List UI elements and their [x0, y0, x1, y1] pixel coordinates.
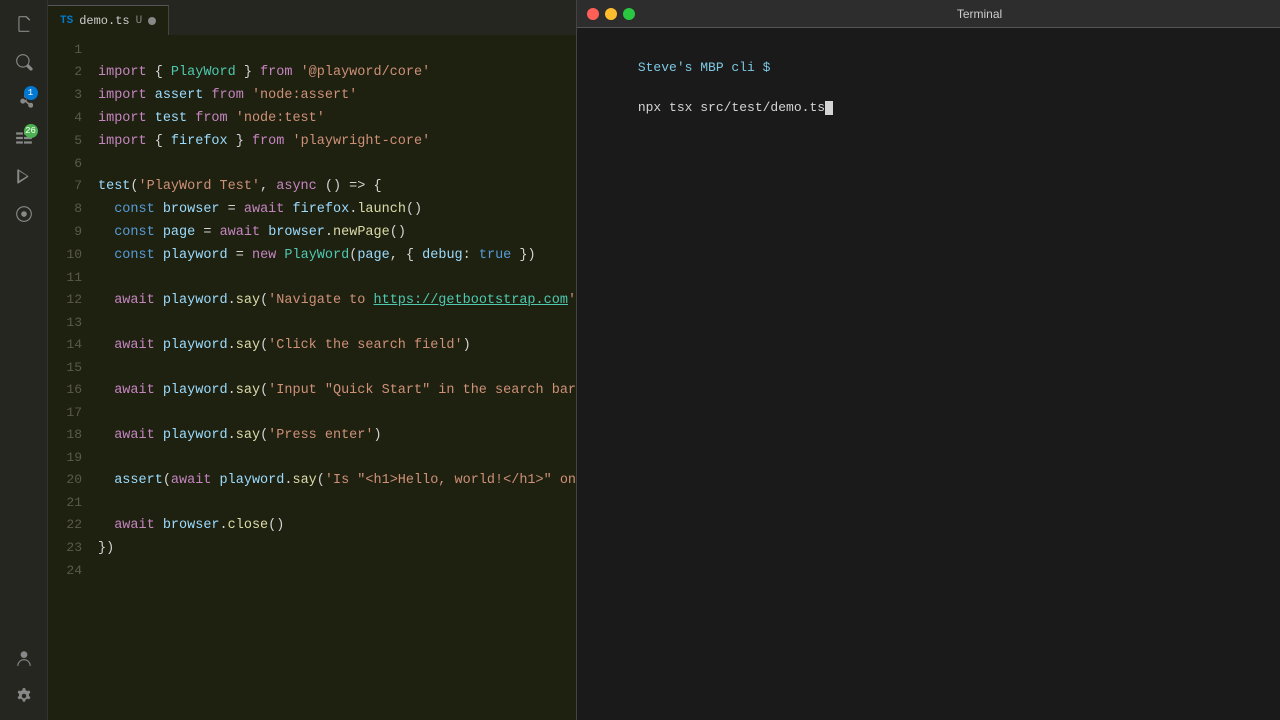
code-line-9: 9 const page = await browser.newPage(): [48, 221, 576, 244]
tab-bar: TS demo.ts U: [48, 0, 576, 35]
code-line-8: 8 const browser = await firefox.launch(): [48, 198, 576, 221]
code-line-14: 14 await playword.say('Click the search …: [48, 334, 576, 357]
code-line-6: 6: [48, 153, 576, 175]
code-line-16: 16 await playword.say('Input "Quick Star…: [48, 379, 576, 402]
sidebar-bottom: [8, 642, 40, 720]
code-line-22: 22 await browser.close(): [48, 514, 576, 537]
tab-modifier: U: [136, 15, 143, 27]
run-icon[interactable]: [8, 160, 40, 192]
source-control-icon[interactable]: 1: [8, 84, 40, 116]
terminal-panel: Terminal Steve's MBP cli $ npx tsx src/t…: [576, 0, 1280, 720]
source-control-badge: 1: [24, 86, 38, 100]
terminal-body[interactable]: Steve's MBP cli $ npx tsx src/test/demo.…: [577, 28, 1280, 720]
code-line-19: 19: [48, 447, 576, 469]
files-icon[interactable]: [8, 8, 40, 40]
code-line-5: 5 import { firefox } from 'playwright-co…: [48, 130, 576, 153]
close-button[interactable]: [587, 8, 599, 20]
code-line-2: 2 import { PlayWord } from '@playword/co…: [48, 61, 576, 84]
settings-icon[interactable]: [8, 680, 40, 712]
code-editor[interactable]: 1 2 import { PlayWord } from '@playword/…: [48, 35, 576, 720]
remote-explorer-icon[interactable]: [8, 198, 40, 230]
search-icon[interactable]: [8, 46, 40, 78]
code-line-21: 21: [48, 492, 576, 514]
extensions-icon[interactable]: 26: [8, 122, 40, 154]
code-line-15: 15: [48, 357, 576, 379]
terminal-cursor: [825, 101, 833, 115]
code-line-20: 20 assert(await playword.say('Is "<h1>He…: [48, 469, 576, 492]
terminal-title: Terminal: [641, 7, 1280, 21]
code-line-23: 23 }): [48, 537, 576, 560]
code-line-18: 18 await playword.say('Press enter'): [48, 424, 576, 447]
terminal-prompt: Steve's MBP cli $: [638, 60, 771, 75]
tab-unsaved-dot: [148, 17, 156, 25]
code-line-10: 10 const playword = new PlayWord(page, {…: [48, 244, 576, 267]
maximize-button[interactable]: [623, 8, 635, 20]
code-line-1: 1: [48, 39, 576, 61]
code-line-3: 3 import assert from 'node:assert': [48, 84, 576, 107]
terminal-titlebar: Terminal: [577, 0, 1280, 28]
code-line-17: 17: [48, 402, 576, 424]
code-line-11: 11: [48, 267, 576, 289]
code-line-24: 24: [48, 560, 576, 582]
ts-file-icon: TS: [60, 15, 73, 27]
code-line-4: 4 import test from 'node:test': [48, 107, 576, 130]
minimize-button[interactable]: [605, 8, 617, 20]
code-line-7: 7 test('PlayWord Test', async () => {: [48, 175, 576, 198]
account-icon[interactable]: [8, 642, 40, 674]
code-line-13: 13: [48, 312, 576, 334]
tab-filename: demo.ts: [79, 14, 129, 28]
terminal-command-line: Steve's MBP cli $ npx tsx src/test/demo.…: [591, 38, 1280, 138]
editor-area: TS demo.ts U 1 2 import { PlayWord } fro…: [48, 0, 576, 720]
tab-demo-ts[interactable]: TS demo.ts U: [48, 5, 169, 35]
extensions-badge: 26: [24, 124, 38, 138]
sidebar: 1 26: [0, 0, 48, 720]
terminal-command-text: npx tsx src/test/demo.ts: [638, 100, 825, 115]
code-line-12: 12 await playword.say('Navigate to https…: [48, 289, 576, 312]
terminal-command: [638, 80, 646, 95]
